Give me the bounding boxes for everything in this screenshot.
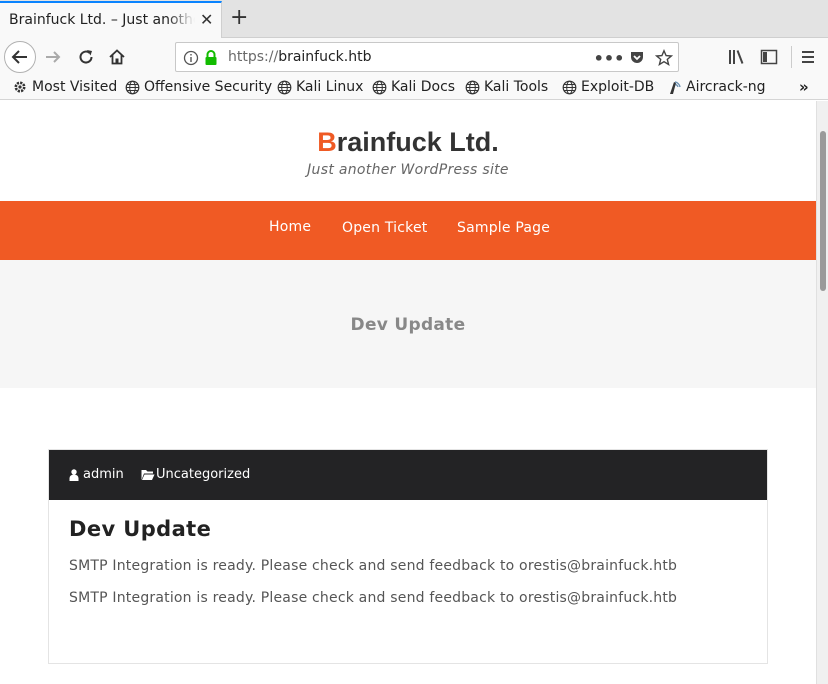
user-icon xyxy=(69,468,79,481)
web-page: Brainfuck Ltd. Just another WordPress si… xyxy=(0,101,816,684)
scrollbar-thumb[interactable] xyxy=(820,131,826,291)
url-text[interactable]: https://brainfuck.htb xyxy=(228,49,371,65)
site-title[interactable]: Brainfuck Ltd. xyxy=(0,127,816,158)
bookmark-label: Aircrack-ng xyxy=(686,79,766,95)
close-tab-icon[interactable]: ✕ xyxy=(200,11,213,29)
menu-item-home[interactable]: Home xyxy=(269,219,311,235)
bookmark-label: Kali Tools xyxy=(484,79,549,95)
site-title-first-letter: B xyxy=(317,127,337,157)
reload-button[interactable] xyxy=(75,46,97,68)
bookmarks-overflow-icon[interactable]: » xyxy=(799,78,809,96)
bookmark-label: Offensive Security xyxy=(144,79,273,95)
bookmark-label: Exploit-DB xyxy=(581,79,655,95)
bookmark-label: Kali Linux xyxy=(296,79,364,95)
bookmark-aircrack-ng[interactable]: Aircrack-ng xyxy=(666,79,766,95)
globe-icon xyxy=(371,79,387,95)
library-button[interactable] xyxy=(726,46,748,68)
menu-button[interactable] xyxy=(797,46,819,68)
active-tab[interactable]: Brainfuck Ltd. – Just another WordPress … xyxy=(0,1,222,38)
post-title[interactable]: Dev Update xyxy=(69,517,211,541)
bookmark-offensive-security[interactable]: Offensive Security xyxy=(124,79,272,95)
pocket-icon[interactable] xyxy=(628,49,646,67)
post-author-name: admin xyxy=(83,467,124,482)
bookmark-label: Kali Docs xyxy=(391,79,456,95)
home-icon xyxy=(109,49,125,65)
page-actions-icon[interactable]: ••• xyxy=(594,49,625,68)
primary-menu: Home Open Ticket Sample Page xyxy=(0,201,816,260)
globe-icon xyxy=(464,79,480,95)
bookmark-most-visited[interactable]: Most Visited xyxy=(12,79,117,95)
post-card: admin Uncategorized Dev Update SMTP Inte… xyxy=(48,449,768,664)
navigation-toolbar: https://brainfuck.htb ••• xyxy=(0,38,828,76)
lock-icon[interactable] xyxy=(202,49,220,67)
back-arrow-icon xyxy=(11,50,27,64)
menu-item-open-ticket[interactable]: Open Ticket xyxy=(342,220,427,236)
post-meta-bar: admin Uncategorized xyxy=(49,450,767,500)
page-header-title: Dev Update xyxy=(350,315,466,335)
bookmark-exploit-db[interactable]: Exploit-DB xyxy=(561,79,654,95)
url-protocol: https:// xyxy=(228,49,279,65)
post-paragraph: SMTP Integration is ready. Please check … xyxy=(69,558,678,574)
tab-title: Brainfuck Ltd. – Just another WordPress … xyxy=(9,12,195,28)
site-tagline: Just another WordPress site xyxy=(307,162,509,178)
forward-button[interactable] xyxy=(42,46,64,68)
reload-icon xyxy=(79,50,93,64)
globe-icon xyxy=(276,79,292,95)
folder-open-icon xyxy=(141,469,155,481)
info-icon[interactable] xyxy=(182,49,200,67)
forward-arrow-icon xyxy=(46,51,61,63)
library-icon xyxy=(729,50,744,64)
url-bar[interactable]: https://brainfuck.htb ••• xyxy=(175,42,679,72)
site-title-rest: rainfuck Ltd. xyxy=(336,127,499,157)
hamburger-menu-icon xyxy=(802,51,814,63)
bookmark-kali-linux[interactable]: Kali Linux xyxy=(276,79,363,95)
toolbar-divider xyxy=(791,46,792,68)
page-scrollbar[interactable] xyxy=(816,101,828,684)
new-tab-icon[interactable]: + xyxy=(230,5,248,31)
post-category-name: Uncategorized xyxy=(156,467,251,482)
globe-icon xyxy=(124,79,140,95)
bookmarks-toolbar: Most Visited Offensive Security Kali Lin… xyxy=(0,76,828,100)
page-header: Dev Update xyxy=(0,260,816,388)
post-author[interactable]: admin xyxy=(69,467,124,482)
bookmark-kali-tools[interactable]: Kali Tools xyxy=(464,79,548,95)
home-button[interactable] xyxy=(106,46,128,68)
aircrack-icon xyxy=(666,79,682,95)
sidebar-icon xyxy=(760,49,778,65)
post-category[interactable]: Uncategorized xyxy=(141,467,250,482)
bookmark-kali-docs[interactable]: Kali Docs xyxy=(371,79,455,95)
url-host: brainfuck.htb xyxy=(278,49,372,65)
back-button[interactable] xyxy=(4,41,36,73)
post-paragraph: SMTP Integration is ready. Please check … xyxy=(69,590,678,606)
sidebar-button[interactable] xyxy=(758,46,780,68)
gear-icon xyxy=(12,79,28,95)
bookmark-label: Most Visited xyxy=(32,79,118,95)
tab-bar: Brainfuck Ltd. – Just another WordPress … xyxy=(0,0,828,38)
globe-icon xyxy=(561,79,577,95)
bookmark-star-icon[interactable] xyxy=(655,49,673,67)
menu-item-sample-page[interactable]: Sample Page xyxy=(457,220,550,236)
